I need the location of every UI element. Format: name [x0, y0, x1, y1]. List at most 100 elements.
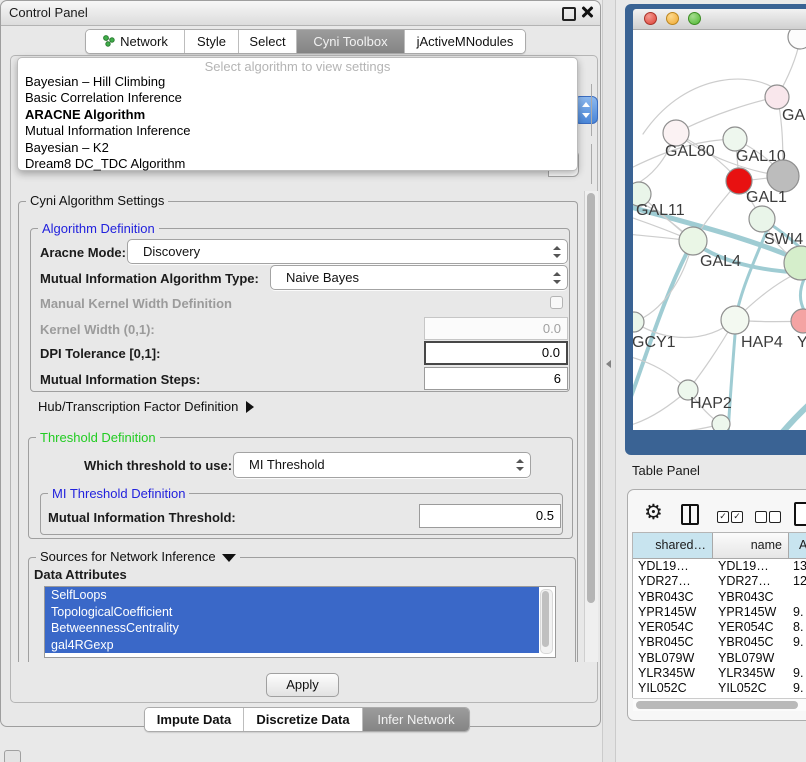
table-row[interactable]: YBL079WYBL079W [633, 651, 806, 666]
tab-discretize-data-label: Discretize Data [256, 712, 349, 727]
list-item[interactable]: gal4RGexp [45, 637, 539, 654]
column-layout-icon[interactable] [681, 504, 699, 525]
tab-cyni-toolbox[interactable]: Cyni Toolbox [297, 30, 405, 53]
network-edge[interactable] [633, 424, 721, 430]
column-header-shared[interactable]: shared… [633, 533, 713, 559]
hscrollbar-thumb[interactable] [636, 701, 798, 709]
network-node-hap4[interactable] [721, 306, 749, 334]
dropdown-item[interactable]: ARACNE Algorithm [18, 107, 577, 123]
collapsed-panel-button[interactable] [4, 750, 21, 762]
float-window-icon[interactable] [562, 7, 576, 21]
list-item[interactable]: BetweennessCentrality [45, 620, 539, 637]
table-row[interactable]: YER054CYER054C8. [633, 620, 806, 635]
network-window-titlebar[interactable] [633, 9, 806, 30]
column-header-name[interactable]: name [713, 533, 789, 559]
mi-threshold-field[interactable]: 0.5 [419, 504, 561, 528]
table-cell: YLR345W [633, 666, 713, 681]
dropdown-placeholder: Select algorithm to view settings [18, 59, 577, 74]
mi-type-value: Naive Bayes [286, 266, 359, 289]
node-label: GAL11 [636, 202, 685, 219]
screen: Control Panel Network Style Select Cyni … [0, 0, 806, 762]
tab-jactivemnodules[interactable]: jActiveMNodules [405, 30, 525, 53]
tab-infer-network[interactable]: Infer Network [363, 708, 469, 731]
deselect-all-columns-icon[interactable] [755, 511, 767, 523]
column-header-a[interactable]: A [789, 533, 806, 559]
select-all-columns-icon2[interactable]: ✓ [731, 511, 743, 523]
network-node-gcy1[interactable] [633, 312, 644, 332]
hub-definition-toggle[interactable]: Hub/Transcription Factor Definition [38, 399, 254, 414]
table-row[interactable]: YBR043CYBR043C [633, 590, 806, 605]
table-cell: YBL079W [713, 651, 789, 666]
aracne-mode-label: Aracne Mode: [40, 245, 126, 260]
table-row[interactable]: YLR345WYLR345W9. [633, 666, 806, 681]
dropdown-item[interactable]: Basic Correlation Inference [18, 90, 577, 106]
network-canvas[interactable]: GALGAL80GAL10GAL1GAL11SWI4GAL4GCY1HAP4YH… [633, 30, 806, 430]
kernel-width-field[interactable]: 0.0 [424, 317, 568, 340]
mi-type-label: Mutual Information Algorithm Type: [40, 271, 259, 286]
list-item[interactable]: SelfLoops [45, 587, 539, 604]
mi-steps-field[interactable]: 6 [424, 367, 568, 390]
aracne-mode-select[interactable]: Discovery [127, 239, 568, 264]
list-scrollbar[interactable] [540, 589, 553, 654]
tab-impute-data[interactable]: Impute Data [145, 708, 244, 731]
table-cell: 9. [789, 666, 806, 681]
list-item[interactable]: TopologicalCoefficient [45, 604, 539, 621]
manual-kernel-checkbox[interactable] [550, 296, 563, 309]
close-window-icon[interactable] [580, 5, 593, 18]
manual-kernel-label: Manual Kernel Width Definition [40, 296, 232, 311]
mi-type-select[interactable]: Naive Bayes [270, 265, 568, 290]
table-cell: 12 [789, 574, 806, 589]
which-threshold-label: Which threshold to use: [84, 458, 232, 473]
dropdown-item[interactable]: Dream8 DC_TDC Algorithm [18, 156, 577, 172]
network-node-swi4[interactable] [749, 206, 775, 232]
node-label: GCY1 [633, 334, 676, 351]
sources-group-toggle[interactable]: Sources for Network Inference [36, 549, 240, 564]
scrollbar-thumb[interactable] [587, 193, 595, 603]
network-edge[interactable] [643, 79, 779, 134]
network-edge-selected[interactable] [781, 401, 806, 430]
tab-jactivemnodules-label: jActiveMNodules [417, 34, 514, 49]
network-node-gal4[interactable] [679, 227, 707, 255]
network-node[interactable] [712, 415, 730, 430]
dropdown-item[interactable]: Bayesian – Hill Climbing [18, 74, 577, 90]
which-threshold-select[interactable]: MI Threshold [233, 452, 531, 478]
zoom-traffic-light[interactable] [688, 12, 701, 25]
table-cell: YPR145W [713, 605, 789, 620]
network-edge[interactable] [676, 97, 777, 133]
panel-divider[interactable] [602, 0, 616, 762]
table-row[interactable]: YBR045CYBR045C9. [633, 635, 806, 650]
table-settings-gear-icon[interactable]: ⚙ [644, 501, 663, 525]
deselect-all-columns-icon2[interactable] [769, 511, 781, 523]
table-row[interactable]: YDL19…YDL19…13 [633, 559, 806, 574]
tab-infer-network-label: Infer Network [377, 712, 454, 727]
settings-scrollbar[interactable] [584, 191, 598, 662]
network-node[interactable] [788, 30, 806, 49]
splitter-arrow-icon[interactable] [606, 360, 611, 368]
node-label: Y [797, 334, 806, 351]
network-edge-selected[interactable] [728, 322, 736, 430]
apply-button[interactable]: Apply [266, 673, 339, 697]
table-hscrollbar[interactable] [633, 698, 806, 711]
dpi-tolerance-field[interactable]: 0.0 [424, 341, 568, 365]
tab-style[interactable]: Style [185, 30, 239, 53]
select-all-columns-icon[interactable]: ✓ [717, 511, 729, 523]
network-node-gal[interactable] [765, 85, 789, 109]
tab-select[interactable]: Select [239, 30, 297, 53]
table-row[interactable]: YPR145WYPR145W9. [633, 605, 806, 620]
group-border-fragment [591, 84, 592, 136]
table-cell: YLR345W [713, 666, 789, 681]
data-attributes-list[interactable]: SelfLoops TopologicalCoefficient Between… [44, 586, 556, 658]
network-node[interactable] [767, 160, 799, 192]
network-node-y[interactable] [791, 309, 806, 333]
minimize-traffic-light[interactable] [666, 12, 679, 25]
table-row[interactable]: YDR27…YDR27…12 [633, 574, 806, 589]
table-row[interactable]: YIL052CYIL052C9. [633, 681, 806, 696]
dropdown-item[interactable]: Bayesian – K2 [18, 140, 577, 156]
network-node[interactable] [784, 246, 806, 280]
export-table-icon[interactable] [794, 502, 806, 526]
mi-threshold-label: Mutual Information Threshold: [48, 510, 236, 525]
close-traffic-light[interactable] [644, 12, 657, 25]
dropdown-item[interactable]: Mutual Information Inference [18, 123, 577, 139]
tab-discretize-data[interactable]: Discretize Data [244, 708, 363, 731]
tab-network[interactable]: Network [86, 30, 185, 53]
